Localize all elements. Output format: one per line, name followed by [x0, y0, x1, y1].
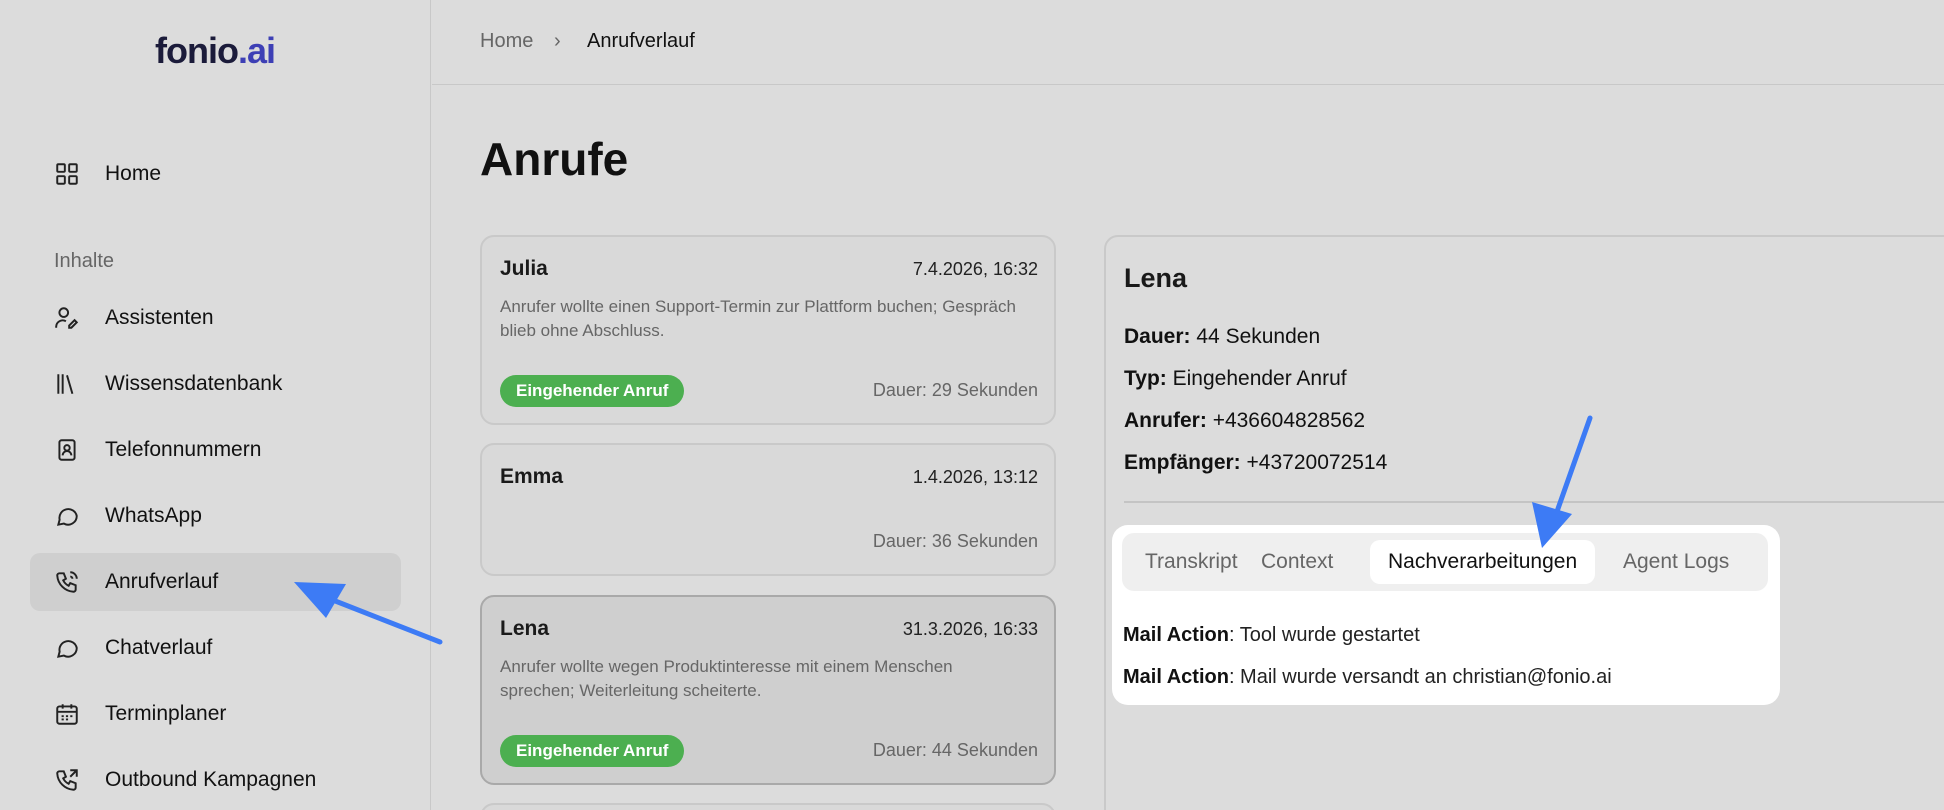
library-icon [57, 374, 74, 395]
mail-action-log: Mail Action: Tool wurde gestartet [1123, 624, 1420, 646]
call-detail-panel: Lena Dauer: 44 Sekunden Typ: Eingehender… [1104, 235, 1944, 810]
sidebar-item-outbound-kampagnen[interactable]: Outbound Kampagnen [30, 751, 401, 809]
tab-nachverarbeitungen[interactable]: Nachverarbeitungen [1370, 540, 1596, 584]
call-card-lena[interactable]: Lena 31.3.2026, 16:33 Anrufer wollte weg… [480, 595, 1056, 785]
sidebar-item-anrufverlauf[interactable]: Anrufverlauf [30, 553, 401, 611]
breadcrumb-home-link[interactable]: Home [480, 30, 533, 53]
detail-duration: Dauer: 44 Sekunden [1124, 325, 1321, 348]
sidebar-item-label: Anrufverlauf [105, 570, 219, 593]
calendar-icon [56, 704, 78, 725]
sidebar: fonio.ai Home Inhalte Assistenten Wissen… [0, 0, 431, 810]
divider [1124, 501, 1944, 503]
breadcrumb-current: Anrufverlauf [587, 30, 695, 52]
call-date: 31.3.2026, 16:33 [902, 619, 1038, 639]
detail-caller-name: Lena [1124, 263, 1188, 293]
sidebar-item-wissensdatenbank[interactable]: Wissensdatenbank [30, 355, 401, 413]
chat-bubble-icon [56, 640, 78, 658]
sidebar-item-label: Home [105, 162, 162, 185]
section-label-inhalte: Inhalte [54, 250, 115, 272]
detail-tabs: Transkript Context Nachverarbeitungen Ag… [1122, 533, 1768, 591]
phone-call-icon [56, 571, 78, 593]
sidebar-item-home[interactable]: Home [30, 145, 401, 203]
detail-caller: Anrufer: +436604828562 [1124, 409, 1366, 432]
call-summary: Anrufer wollte wegen Produktinteresse mi… [500, 657, 953, 700]
sidebar-item-assistenten[interactable]: Assistenten [30, 289, 401, 347]
sidebar-item-terminplaner[interactable]: Terminplaner [30, 685, 401, 743]
sidebar-item-label: Telefonnummern [105, 438, 262, 461]
page-title: Anrufe [480, 133, 629, 185]
fonio-logo[interactable]: fonio.ai [155, 30, 276, 72]
sidebar-item-telefonnummern[interactable]: Telefonnummern [30, 421, 401, 479]
chevron-right-icon: › [554, 30, 561, 52]
call-type-badge: Eingehender Anruf [500, 735, 685, 767]
caller-name: Julia [500, 257, 548, 280]
caller-name: Emma [500, 465, 564, 488]
phone-outgoing-icon [56, 769, 78, 791]
call-summary: Anrufer wollte einen Support-Termin zur … [500, 297, 1016, 340]
sidebar-item-whatsapp[interactable]: WhatsApp [30, 487, 401, 545]
detail-recipient: Empfänger: +43720072514 [1124, 451, 1388, 474]
call-duration: Dauer: 29 Sekunden [872, 380, 1038, 400]
sidebar-item-label: Terminplaner [105, 702, 227, 725]
call-date: 1.4.2026, 13:12 [912, 467, 1038, 487]
detail-type: Typ: Eingehender Anruf [1124, 367, 1347, 390]
sidebar-item-label: WhatsApp [105, 504, 202, 527]
grid-icon [56, 163, 78, 185]
postprocessing-panel: Transkript Context Nachverarbeitungen Ag… [1112, 525, 1780, 705]
call-type-badge: Eingehender Anruf [500, 375, 685, 407]
contact-book-icon [58, 439, 76, 461]
call-duration: Dauer: 36 Sekunden [872, 531, 1038, 551]
tab-context[interactable]: Context [1243, 540, 1351, 584]
chat-bubble-icon [56, 508, 78, 526]
sidebar-item-label: Chatverlauf [105, 636, 213, 659]
call-card-julia[interactable]: Julia 7.4.2026, 16:32 Anrufer wollte ein… [480, 235, 1056, 425]
tab-transkript[interactable]: Transkript [1127, 540, 1256, 584]
call-card-next[interactable] [480, 803, 1056, 810]
caller-name: Lena [500, 617, 550, 640]
tab-agent-logs[interactable]: Agent Logs [1605, 540, 1747, 584]
breadcrumb: Home › Anrufverlauf [432, 0, 1944, 85]
call-card-emma[interactable]: Emma 1.4.2026, 13:12 Dauer: 36 Sekunden [480, 443, 1056, 576]
sidebar-item-label: Assistenten [105, 306, 214, 329]
sidebar-item-label: Wissensdatenbank [105, 372, 283, 395]
user-pen-icon [55, 307, 79, 329]
sidebar-item-chatverlauf[interactable]: Chatverlauf [30, 619, 401, 677]
call-date: 7.4.2026, 16:32 [912, 259, 1038, 279]
call-duration: Dauer: 44 Sekunden [872, 740, 1038, 760]
mail-action-log: Mail Action: Mail wurde versandt an chri… [1123, 666, 1612, 688]
sidebar-item-label: Outbound Kampagnen [105, 768, 317, 791]
